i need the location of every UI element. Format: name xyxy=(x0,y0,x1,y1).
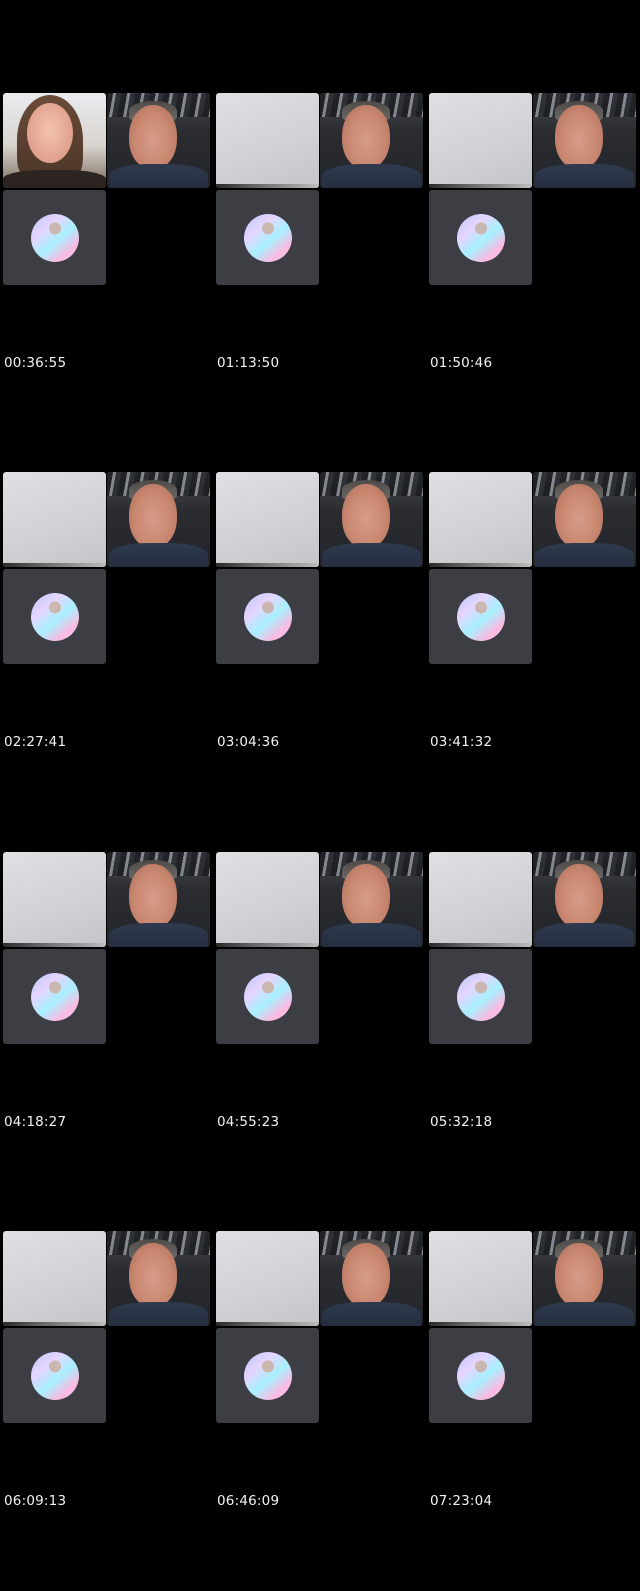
participant-avatar-tile xyxy=(429,949,532,1044)
participant-avatar-tile xyxy=(429,569,532,664)
frame-timestamp: 07:23:04 xyxy=(430,1493,493,1509)
profile-avatar xyxy=(243,972,292,1021)
participant-video-blank xyxy=(3,472,106,567)
frame-thumbnail[interactable]: 04:18:27 xyxy=(0,852,210,1212)
profile-avatar xyxy=(30,213,79,262)
participant-avatar-tile xyxy=(216,1328,319,1423)
participant-video-man xyxy=(320,472,423,567)
participant-video-man xyxy=(533,852,636,947)
frame-timestamp: 03:04:36 xyxy=(217,734,280,750)
frame-timestamp: 03:41:32 xyxy=(430,734,493,750)
frame-timestamp: 06:46:09 xyxy=(217,1493,280,1509)
contact-sheet: 00:36:55 01:13:50 01:50:46 02:27:41 03:0… xyxy=(0,0,640,1518)
frame-thumbnail[interactable]: 06:09:13 xyxy=(0,1231,210,1591)
frame-thumbnail[interactable]: 06:46:09 xyxy=(213,1231,423,1591)
frame-timestamp: 06:09:13 xyxy=(4,1493,67,1509)
participant-avatar-tile xyxy=(429,190,532,285)
participant-video-blank xyxy=(429,1231,532,1326)
profile-avatar xyxy=(243,592,292,641)
participant-avatar-tile xyxy=(3,190,106,285)
frame-timestamp: 01:13:50 xyxy=(217,355,280,371)
participant-video-blank xyxy=(429,93,532,188)
profile-avatar xyxy=(30,972,79,1021)
frame-timestamp: 01:50:46 xyxy=(430,355,493,371)
participant-video-man xyxy=(107,93,210,188)
participant-avatar-tile xyxy=(216,190,319,285)
participant-video-blank xyxy=(216,472,319,567)
frame-timestamp: 04:18:27 xyxy=(4,1114,67,1130)
frame-timestamp: 04:55:23 xyxy=(217,1114,280,1130)
participant-avatar-tile xyxy=(3,1328,106,1423)
frame-thumbnail[interactable]: 03:41:32 xyxy=(426,472,636,832)
participant-video-blank xyxy=(216,93,319,188)
participant-video-man xyxy=(107,852,210,947)
frame-thumbnail[interactable]: 04:55:23 xyxy=(213,852,423,1212)
participant-avatar-tile xyxy=(216,949,319,1044)
participant-video-man xyxy=(107,472,210,567)
participant-video-man xyxy=(320,852,423,947)
participant-video-blank xyxy=(3,1231,106,1326)
profile-avatar xyxy=(456,213,505,262)
participant-avatar-tile xyxy=(3,569,106,664)
participant-video-man xyxy=(320,93,423,188)
profile-avatar xyxy=(30,1351,79,1400)
participant-video-man xyxy=(533,1231,636,1326)
frame-thumbnail[interactable]: 01:50:46 xyxy=(426,93,636,453)
participant-video-blank xyxy=(429,472,532,567)
participant-video-man xyxy=(320,1231,423,1326)
participant-avatar-tile xyxy=(3,949,106,1044)
profile-avatar xyxy=(456,592,505,641)
frame-thumbnail[interactable]: 01:13:50 xyxy=(213,93,423,453)
participant-avatar-tile xyxy=(216,569,319,664)
profile-avatar xyxy=(456,1351,505,1400)
participant-video-blank xyxy=(216,852,319,947)
frame-timestamp: 02:27:41 xyxy=(4,734,67,750)
participant-video-blank xyxy=(216,1231,319,1326)
participant-video-man xyxy=(533,472,636,567)
profile-avatar xyxy=(30,592,79,641)
participant-video-blank xyxy=(3,852,106,947)
participant-video-woman xyxy=(3,93,106,188)
profile-avatar xyxy=(456,972,505,1021)
participant-video-man xyxy=(533,93,636,188)
frame-thumbnail[interactable]: 03:04:36 xyxy=(213,472,423,832)
frame-timestamp: 00:36:55 xyxy=(4,355,67,371)
frame-thumbnail[interactable]: 07:23:04 xyxy=(426,1231,636,1591)
profile-avatar xyxy=(243,1351,292,1400)
frame-thumbnail[interactable]: 02:27:41 xyxy=(0,472,210,832)
frame-thumbnail[interactable]: 05:32:18 xyxy=(426,852,636,1212)
profile-avatar xyxy=(243,213,292,262)
participant-avatar-tile xyxy=(429,1328,532,1423)
participant-video-man xyxy=(107,1231,210,1326)
frame-thumbnail[interactable]: 00:36:55 xyxy=(0,93,210,453)
participant-video-blank xyxy=(429,852,532,947)
frame-timestamp: 05:32:18 xyxy=(430,1114,493,1130)
